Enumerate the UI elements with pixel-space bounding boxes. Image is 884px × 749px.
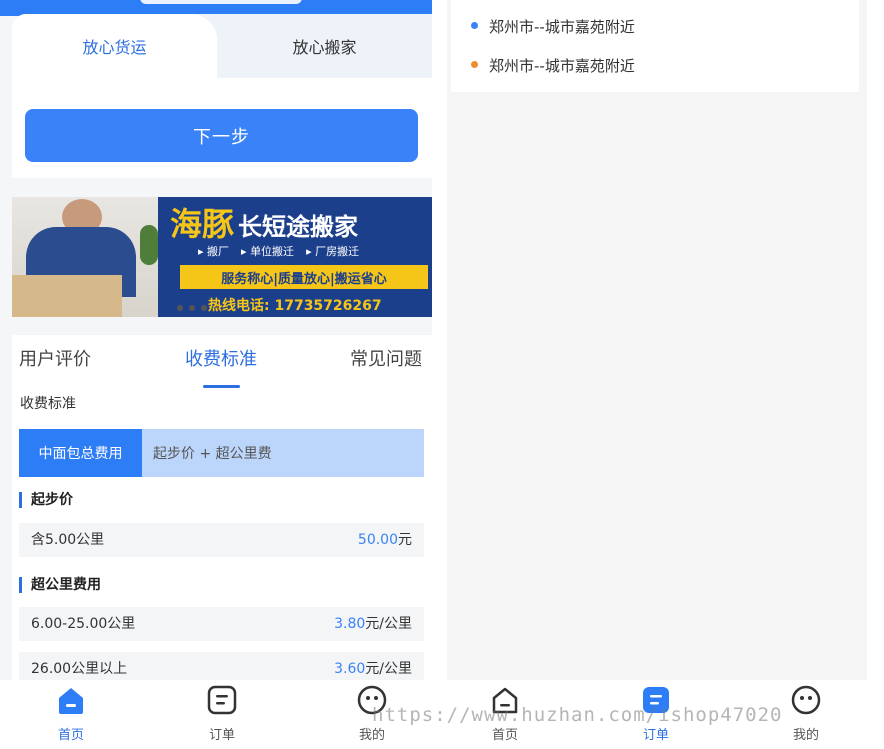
vehicle-fee-badge[interactable]: 中面包总费用 (19, 429, 142, 477)
profile-icon (791, 685, 821, 715)
header-pill (140, 0, 302, 4)
tab-faq[interactable]: 常见问题 (350, 345, 422, 371)
price-unit: 元/公里 (365, 661, 412, 677)
dropoff-dot-icon (471, 61, 478, 68)
tabbar-label: 订单 (208, 728, 235, 743)
start-price-title: 起步价 (19, 492, 73, 508)
right-edge (867, 0, 884, 749)
price-number: 3.60 (334, 661, 366, 677)
extra-km-title: 超公里费用 (19, 577, 101, 593)
banner-plant (140, 225, 158, 265)
tab-pricing[interactable]: 收费标准 (185, 345, 257, 371)
order-icon (207, 685, 237, 715)
section-title: 收费标准 (20, 396, 76, 412)
promo-banner[interactable]: 海豚长短途搬家 搬厂 单位搬迁 厂房搬迁 服务称心|质量放心|搬运省心 热线电话… (12, 197, 432, 317)
mode-tabs: 放心搬家 放心货运 (12, 14, 432, 78)
banner-photo (12, 197, 158, 317)
next-step-button[interactable]: 下一步 (25, 109, 418, 162)
tabbar-orders[interactable]: 订单 (172, 680, 272, 749)
info-tabs: 用户评价 收费标准 常见问题 (12, 345, 432, 388)
tabbar-label: 首页 (57, 728, 84, 743)
active-tab-indicator (203, 385, 240, 388)
home-icon (59, 688, 83, 714)
fee-mode-bar: 中面包总费用 起步价 + 超公里费 (19, 429, 424, 477)
watermark-text: https://www.huzhan.com/ishop47020 (372, 704, 783, 726)
dropoff-address[interactable]: 郑州市--城市嘉苑附近 (489, 55, 635, 76)
left-screen: 放心搬家 放心货运 下一步 海豚长短途搬家 搬厂 单位搬迁 厂房搬迁 服务称心|… (0, 0, 432, 749)
price-row-label: 6.00-25.00公里 (31, 616, 136, 632)
banner-hotline: 热线电话: 17735726267 (208, 298, 382, 314)
banner-slogan: 服务称心|质量放心|搬运省心 (180, 265, 428, 289)
tab-moving[interactable]: 放心搬家 (217, 14, 432, 78)
banner-brand: 海豚 (170, 205, 235, 243)
price-unit: 元/公里 (365, 616, 412, 632)
tabbar-home[interactable]: 首页 (21, 680, 121, 749)
tab-freight[interactable]: 放心货运 (12, 14, 217, 78)
pickup-dot-icon (471, 22, 478, 29)
banner-services: 搬厂 单位搬迁 厂房搬迁 (198, 243, 359, 259)
banner-title: 海豚 长短途搬家 (170, 199, 358, 245)
address-card: 郑州市--城市嘉苑附近 郑州市--城市嘉苑附近 (451, 0, 859, 92)
banner-box (12, 275, 122, 317)
tabbar-label: 首页 (491, 728, 518, 743)
tab-user-reviews[interactable]: 用户评价 (19, 345, 91, 371)
tabbar-label: 我的 (792, 728, 819, 743)
price-row: 含5.00公里 50.00元 (19, 523, 424, 557)
banner-service-item: 厂房搬迁 (306, 243, 359, 259)
price-row-value: 50.00元 (358, 523, 412, 557)
tabbar-label: 订单 (642, 728, 669, 743)
price-number: 50.00 (357, 532, 398, 548)
fee-formula: 起步价 + 超公里费 (153, 446, 272, 462)
right-screen: 郑州市--城市嘉苑附近 郑州市--城市嘉苑附近 (447, 0, 867, 680)
banner-service-item: 单位搬迁 (241, 243, 294, 259)
price-row-label: 含5.00公里 (31, 532, 105, 548)
pickup-address[interactable]: 郑州市--城市嘉苑附近 (489, 16, 635, 37)
price-row: 6.00-25.00公里 3.80元/公里 (19, 607, 424, 641)
banner-service-item: 搬厂 (198, 243, 229, 259)
info-section: 用户评价 收费标准 常见问题 收费标准 中面包总费用 起步价 + 超公里费 起步… (12, 335, 432, 686)
tabbar-label: 我的 (358, 728, 385, 743)
price-number: 3.80 (334, 616, 366, 632)
banner-headline: 长短途搬家 (238, 213, 359, 241)
price-row-value: 3.80元/公里 (334, 607, 412, 641)
price-unit: 元 (398, 532, 412, 548)
